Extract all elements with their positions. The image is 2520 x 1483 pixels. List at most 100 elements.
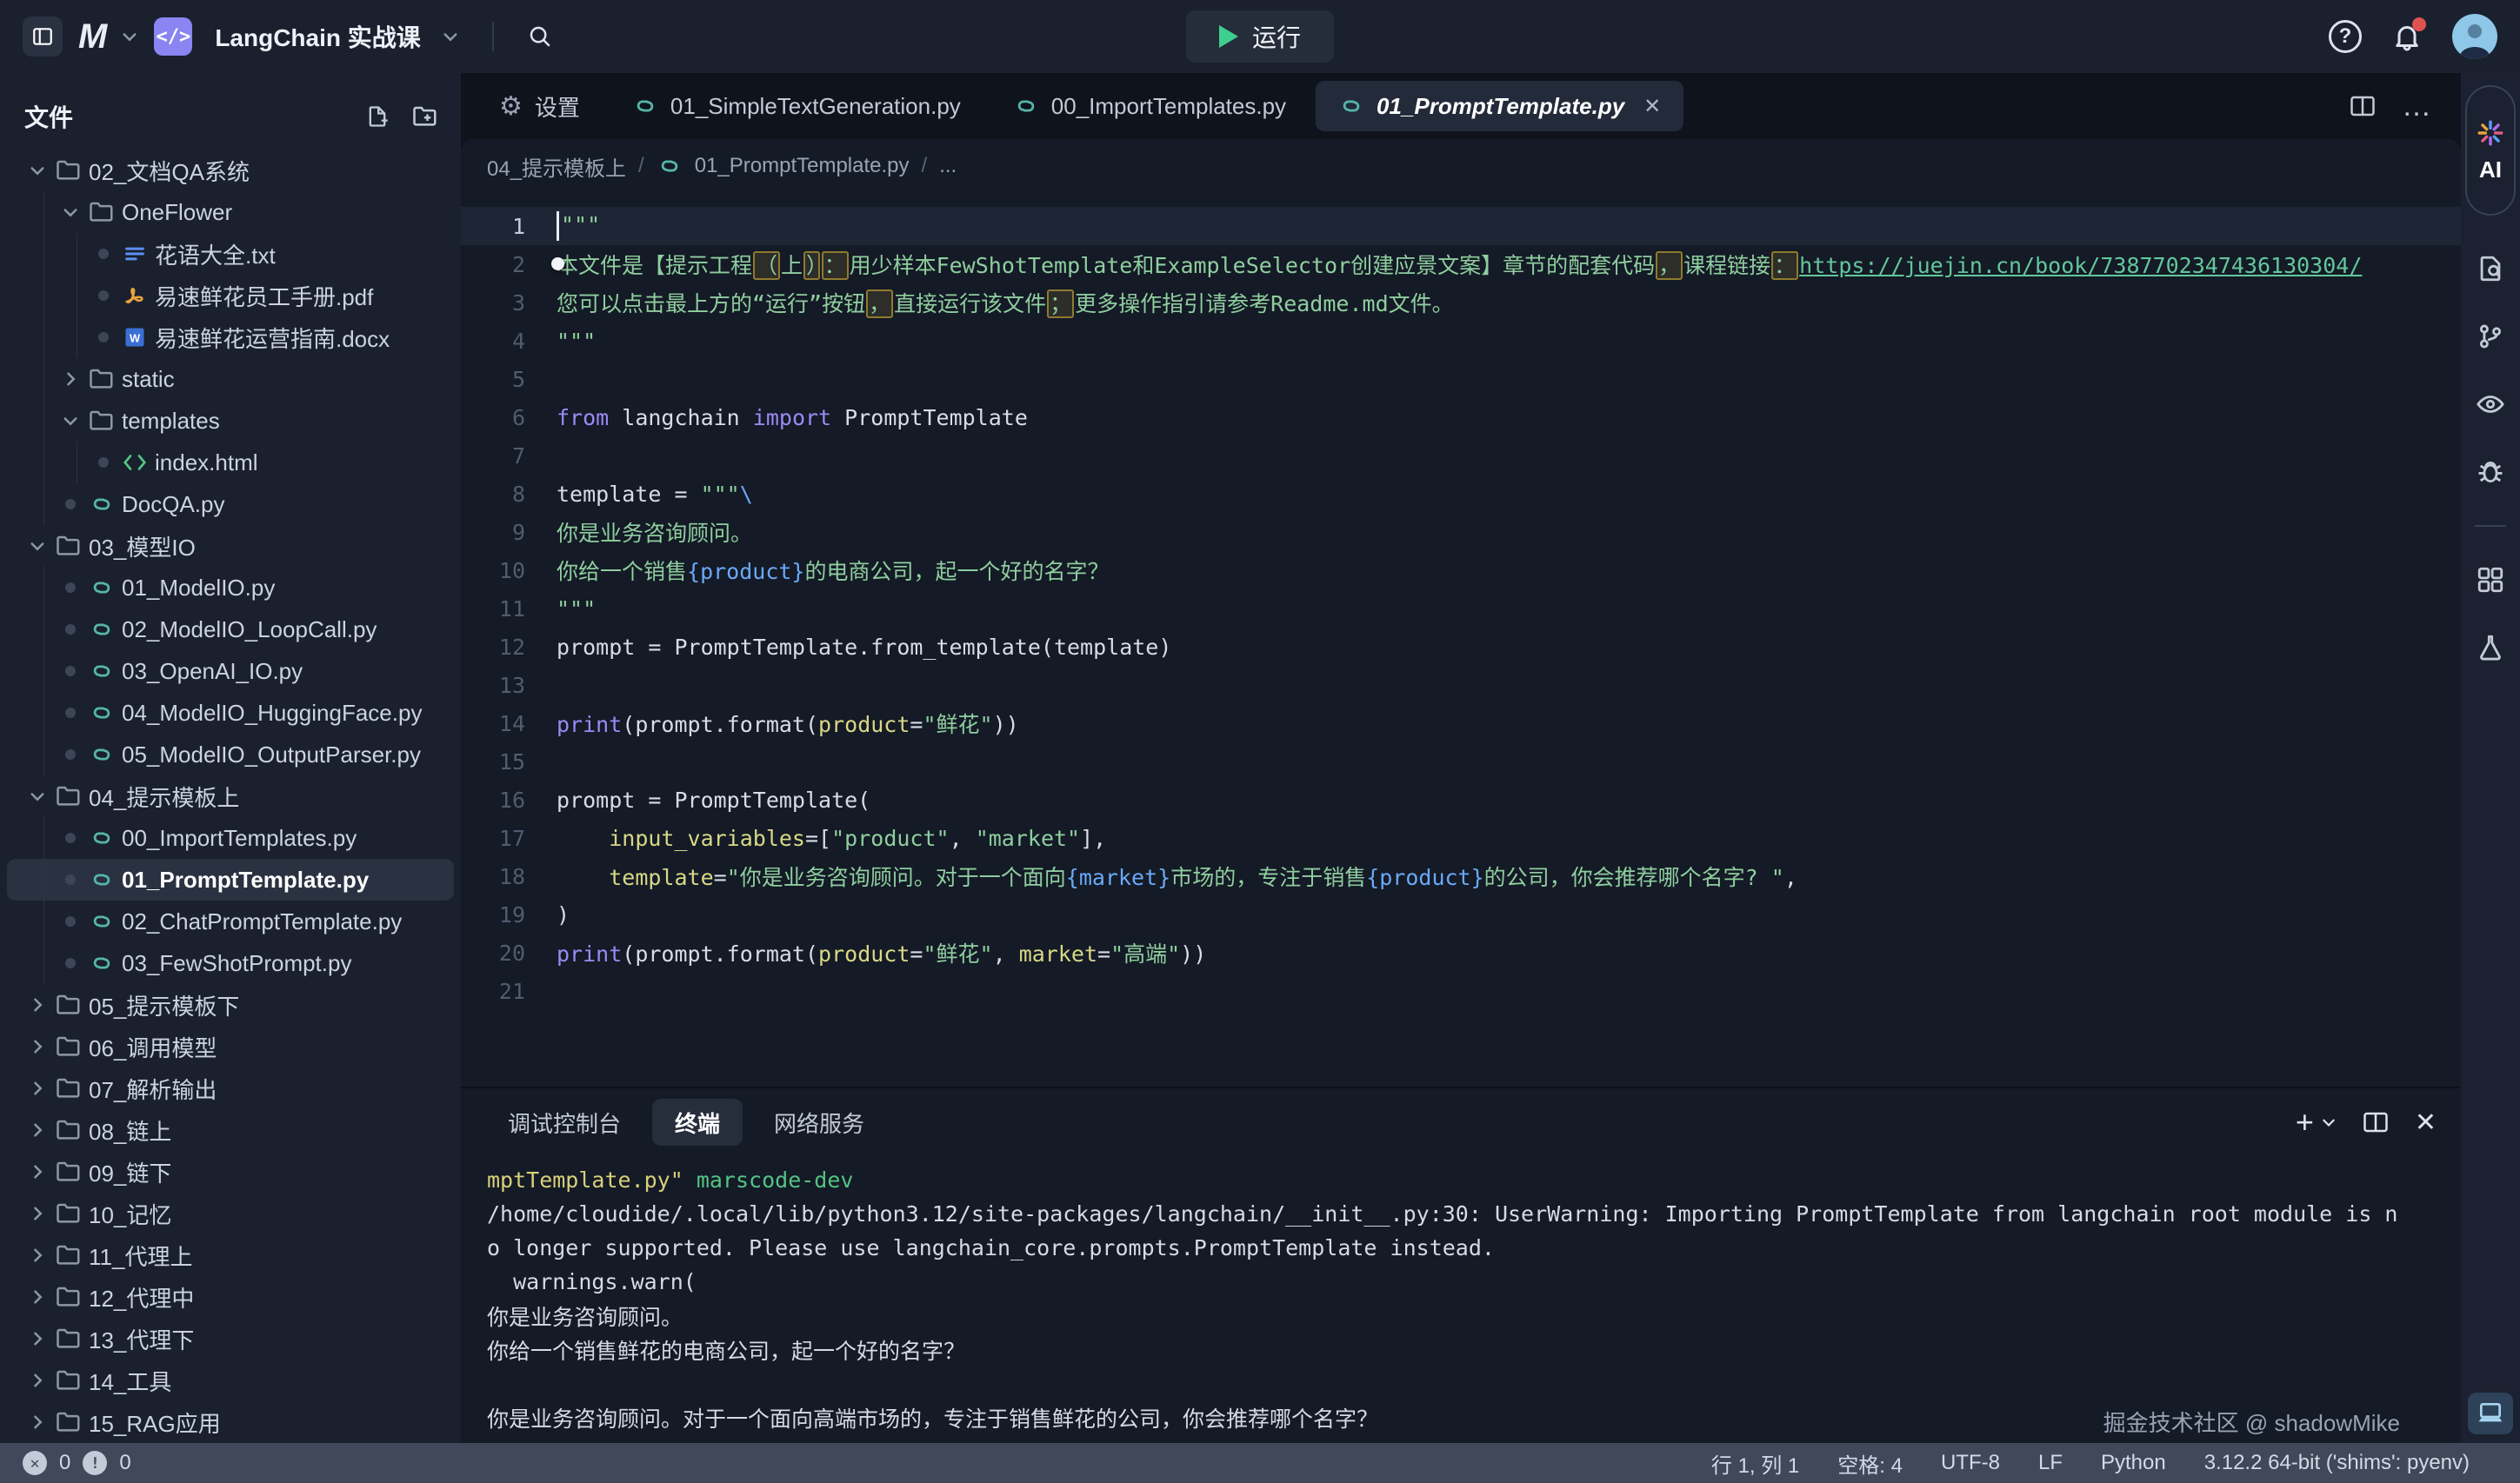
chevron-right-icon[interactable] <box>24 996 50 1014</box>
breadcrumb-folder[interactable]: 04_提示模板上 <box>487 151 626 182</box>
status-cursor-position[interactable]: 行 1, 列 1 <box>1711 1448 1799 1479</box>
code-line-6[interactable]: 6from langchain import PromptTemplate <box>461 398 2461 436</box>
code-line-19[interactable]: 19) <box>461 895 2461 934</box>
tree-folder-static[interactable]: static <box>7 358 454 400</box>
tab-00_ImportTemplates.py[interactable]: 00_ImportTemplates.py <box>990 81 1309 131</box>
status-encoding[interactable]: UTF-8 <box>1941 1451 2000 1475</box>
code-line-1[interactable]: 1""" <box>461 207 2461 245</box>
chevron-right-icon[interactable] <box>24 1080 50 1097</box>
code-line-5[interactable]: 5 <box>461 360 2461 398</box>
search-in-files-icon[interactable] <box>2476 254 2505 283</box>
chevron-right-icon[interactable] <box>24 1288 50 1306</box>
tree-file-易速鲜花员工手册.pdf[interactable]: 易速鲜花员工手册.pdf <box>7 275 454 316</box>
chevron-right-icon[interactable] <box>24 1038 50 1055</box>
tree-folder-09_链下[interactable]: 09_链下 <box>7 1151 454 1193</box>
notifications-button[interactable] <box>2391 21 2423 52</box>
chevron-down-icon[interactable] <box>57 203 83 221</box>
tree-folder-06_调用模型[interactable]: 06_调用模型 <box>7 1026 454 1067</box>
close-tab-icon[interactable]: ✕ <box>1643 94 1661 119</box>
code-editor[interactable]: 1"""2本文件是【提示工程（上）：用少样本FewShotTemplate和Ex… <box>461 193 2461 1087</box>
code-line-2[interactable]: 2本文件是【提示工程（上）：用少样本FewShotTemplate和Exampl… <box>461 245 2461 283</box>
tree-folder-14_工具[interactable]: 14_工具 <box>7 1360 454 1401</box>
code-line-10[interactable]: 10你给一个销售{product}的电商公司，起一个好的名字？ <box>461 551 2461 589</box>
chevron-down-icon[interactable] <box>57 412 83 429</box>
code-line-15[interactable]: 15 <box>461 742 2461 781</box>
code-line-20[interactable]: 20print(prompt.format(product="鲜花", mark… <box>461 934 2461 972</box>
code-line-8[interactable]: 8template = """\ <box>461 475 2461 513</box>
tree-folder-13_代理下[interactable]: 13_代理下 <box>7 1318 454 1360</box>
tree-file-01_PromptTemplate.py[interactable]: 01_PromptTemplate.py <box>7 859 454 901</box>
tree-folder-12_代理中[interactable]: 12_代理中 <box>7 1276 454 1318</box>
tab-01_PromptTemplate.py[interactable]: 01_PromptTemplate.py✕ <box>1316 81 1683 131</box>
tree-folder-04_提示模板上[interactable]: 04_提示模板上 <box>7 775 454 817</box>
debug-bug-icon[interactable] <box>2476 457 2505 487</box>
panel-tab-网络服务[interactable]: 网络服务 <box>751 1099 887 1146</box>
chevron-right-icon[interactable] <box>24 1372 50 1389</box>
tree-file-index.html[interactable]: index.html <box>7 442 454 483</box>
tree-file-花语大全.txt[interactable]: 花语大全.txt <box>7 233 454 275</box>
source-control-icon[interactable] <box>2476 322 2505 351</box>
marscode-logo-icon[interactable]: M <box>78 17 105 57</box>
chevron-right-icon[interactable] <box>24 1163 50 1180</box>
breadcrumb[interactable]: 04_提示模板上/01_PromptTemplate.py/... <box>461 139 2461 193</box>
new-terminal-button[interactable]: + <box>2296 1107 2337 1138</box>
chevron-down-icon[interactable] <box>24 162 50 179</box>
code-line-12[interactable]: 12prompt = PromptTemplate.from_template(… <box>461 628 2461 666</box>
tree-folder-05_提示模板下[interactable]: 05_提示模板下 <box>7 984 454 1026</box>
tab-01_SimpleTextGeneration.py[interactable]: 01_SimpleTextGeneration.py <box>610 81 983 131</box>
tree-folder-02_文档QA系统[interactable]: 02_文档QA系统 <box>7 150 454 191</box>
help-icon[interactable]: ? <box>2329 20 2362 53</box>
preview-eye-icon[interactable] <box>2475 389 2506 419</box>
tree-folder-11_代理上[interactable]: 11_代理上 <box>7 1234 454 1276</box>
code-line-16[interactable]: 16prompt = PromptTemplate( <box>461 781 2461 819</box>
status-language[interactable]: Python <box>2101 1451 2166 1475</box>
code-line-14[interactable]: 14print(prompt.format(product="鲜花")) <box>461 704 2461 742</box>
warnings-count[interactable]: 0 <box>119 1451 130 1475</box>
split-terminal-icon[interactable] <box>2363 1110 2389 1134</box>
code-line-11[interactable]: 11""" <box>461 589 2461 628</box>
tree-file-01_ModelIO.py[interactable]: 01_ModelIO.py <box>7 567 454 608</box>
terminal-output[interactable]: 掘金技术社区 @ shadowMike mptTemplate.py" mars… <box>461 1156 2461 1443</box>
project-chevron-down-icon[interactable] <box>442 28 459 45</box>
errors-count[interactable]: 0 <box>59 1451 70 1475</box>
code-line-17[interactable]: 17 input_variables=["product", "market"]… <box>461 819 2461 857</box>
tab-设置[interactable]: ⚙设置 <box>477 81 603 131</box>
warnings-icon[interactable]: ! <box>83 1451 107 1475</box>
ai-assistant-button[interactable]: AI <box>2465 85 2516 216</box>
tree-file-DocQA.py[interactable]: DocQA.py <box>7 483 454 525</box>
new-folder-button[interactable] <box>412 104 438 129</box>
tree-file-易速鲜花运营指南.docx[interactable]: W易速鲜花运营指南.docx <box>7 316 454 358</box>
lab-flask-icon[interactable] <box>2476 633 2505 662</box>
more-actions-icon[interactable]: … <box>2402 90 2433 123</box>
chevron-down-icon[interactable] <box>24 788 50 805</box>
split-editor-icon[interactable] <box>2350 94 2376 118</box>
code-line-21[interactable]: 21 <box>461 972 2461 1010</box>
tree-file-02_ModelIO_LoopCall.py[interactable]: 02_ModelIO_LoopCall.py <box>7 608 454 650</box>
tree-file-05_ModelIO_OutputParser.py[interactable]: 05_ModelIO_OutputParser.py <box>7 734 454 775</box>
run-button[interactable]: 运行 <box>1186 10 1334 63</box>
code-line-9[interactable]: 9你是业务咨询顾问。 <box>461 513 2461 551</box>
errors-icon[interactable]: ✕ <box>23 1451 47 1475</box>
panel-tab-终端[interactable]: 终端 <box>652 1099 743 1146</box>
new-file-button[interactable] <box>365 104 390 129</box>
breadcrumb-symbol-more[interactable]: ... <box>939 154 957 178</box>
tree-folder-10_记忆[interactable]: 10_记忆 <box>7 1193 454 1234</box>
search-icon[interactable] <box>527 23 553 50</box>
chevron-right-icon[interactable] <box>24 1121 50 1139</box>
chevron-down-icon[interactable] <box>121 28 138 45</box>
tree-file-03_OpenAI_IO.py[interactable]: 03_OpenAI_IO.py <box>7 650 454 692</box>
tree-folder-15_RAG应用[interactable]: 15_RAG应用 <box>7 1401 454 1443</box>
chevron-right-icon[interactable] <box>24 1413 50 1431</box>
tree-folder-08_链上[interactable]: 08_链上 <box>7 1109 454 1151</box>
sidebar-toggle-button[interactable] <box>23 17 63 57</box>
tree-file-02_ChatPromptTemplate.py[interactable]: 02_ChatPromptTemplate.py <box>7 901 454 942</box>
tree-folder-03_模型IO[interactable]: 03_模型IO <box>7 525 454 567</box>
tree-folder-OneFlower[interactable]: OneFlower <box>7 191 454 233</box>
tree-file-04_ModelIO_HuggingFace.py[interactable]: 04_ModelIO_HuggingFace.py <box>7 692 454 734</box>
remote-machine-button[interactable] <box>2468 1393 2513 1434</box>
project-name[interactable]: LangChain 实战课 <box>215 19 420 54</box>
status-indentation[interactable]: 空格: 4 <box>1837 1448 1903 1479</box>
tree-file-03_FewShotPrompt.py[interactable]: 03_FewShotPrompt.py <box>7 942 454 984</box>
status-eol[interactable]: LF <box>2038 1451 2063 1475</box>
chevron-right-icon[interactable] <box>24 1330 50 1347</box>
